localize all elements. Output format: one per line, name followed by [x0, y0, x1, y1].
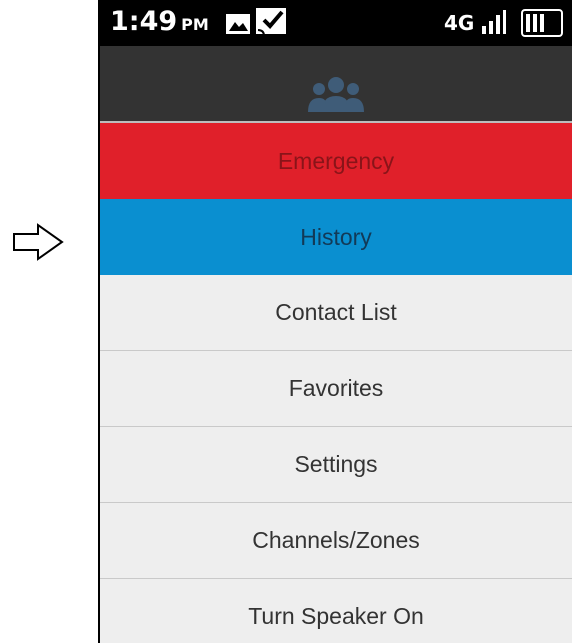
menu-item-label: Settings — [294, 451, 378, 477]
clock-time: 1:49 — [110, 6, 178, 37]
status-time: 1:49 PM — [110, 6, 209, 37]
menu-item-label: Contact List — [275, 299, 397, 325]
app-header — [100, 46, 572, 123]
menu-item-emergency[interactable]: Emergency — [100, 123, 572, 199]
menu-item-label: Emergency — [277, 147, 395, 174]
menu-item-label: Channels/Zones — [252, 527, 420, 553]
menu-item-channels-zones[interactable]: Channels/Zones — [100, 503, 572, 579]
menu-item-label: History — [300, 223, 372, 250]
notification-icons — [224, 6, 290, 45]
status-bar: 1:49 PM 4G — [100, 0, 572, 46]
system-icons: 4G — [442, 6, 572, 45]
menu-item-label: Favorites — [288, 375, 384, 401]
group-icon — [308, 77, 364, 112]
network-type-icon: 4G — [444, 11, 474, 35]
phone-screen: 1:49 PM 4G Emergency History Contact Lis… — [98, 0, 572, 643]
image-notification-icon — [226, 8, 286, 37]
clock-ampm: PM — [181, 15, 209, 34]
menu-item-history[interactable]: History — [100, 199, 572, 275]
menu-item-favorites[interactable]: Favorites — [100, 351, 572, 427]
right-arrow-icon — [13, 223, 64, 261]
signal-battery-icons: 4G — [444, 9, 563, 37]
menu-item-label: Turn Speaker On — [248, 603, 424, 629]
signal-icon — [482, 26, 486, 34]
menu-item-turn-speaker-on[interactable]: Turn Speaker On — [100, 579, 572, 643]
menu-item-settings[interactable]: Settings — [100, 427, 572, 503]
menu-item-contact-list[interactable]: Contact List — [100, 275, 572, 351]
